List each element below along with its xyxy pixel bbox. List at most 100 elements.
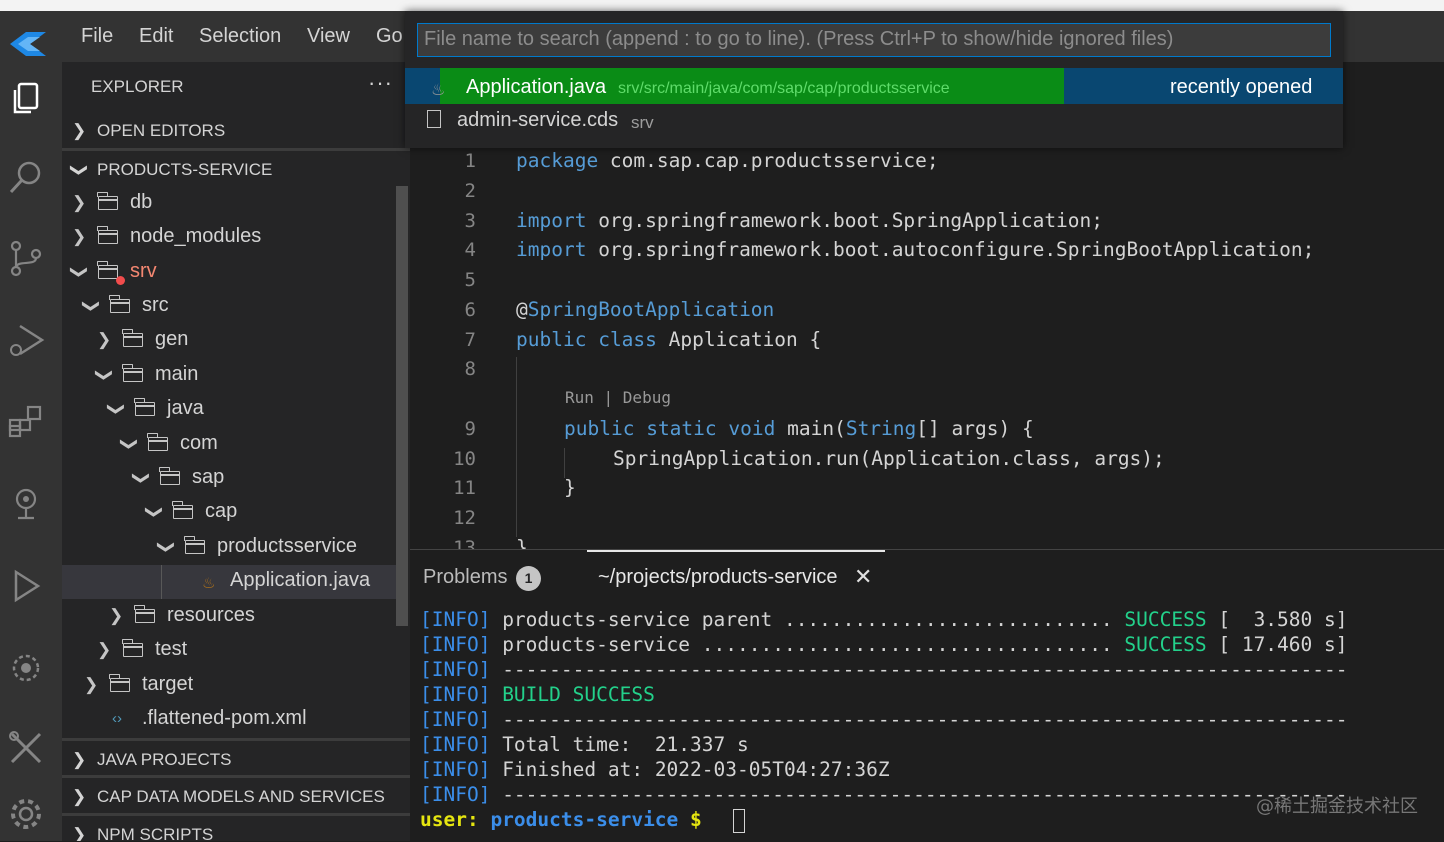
tree-item-sap[interactable]: ❯ sap	[62, 462, 396, 496]
extensions-icon[interactable]	[6, 402, 46, 442]
terminal-line: [INFO] ---------------------------------…	[420, 658, 1348, 681]
quick-open-result[interactable]: ♨ Application.java srv/src/main/java/com…	[405, 68, 1343, 104]
line-number: 3	[464, 210, 476, 232]
quick-open-input[interactable]: File name to search (append : to go to l…	[417, 23, 1331, 57]
folder-icon	[97, 192, 118, 210]
tree-label: srv	[130, 260, 157, 282]
settings-gear-icon[interactable]	[6, 794, 46, 834]
menu-selection[interactable]: Selection	[199, 25, 281, 48]
more-actions-icon[interactable]: ···	[368, 70, 393, 96]
tree-item-test[interactable]: ❯ test	[62, 634, 396, 668]
chevron-right-icon: ❯	[84, 675, 99, 694]
folder-icon	[147, 433, 168, 451]
terminal-cursor	[733, 809, 745, 833]
terminal-prompt[interactable]: user: products-service $	[420, 808, 702, 831]
section-java-projects[interactable]: ❯ JAVA PROJECTS	[62, 738, 410, 777]
chevron-down-icon: ❯	[145, 504, 165, 520]
tools-icon[interactable]	[6, 728, 46, 768]
source-control-icon[interactable]	[6, 238, 46, 278]
menu-edit[interactable]: Edit	[139, 25, 173, 48]
tree-item-srv[interactable]: ❯ srv	[62, 256, 396, 290]
search-icon[interactable]	[6, 158, 46, 198]
activity-bar	[0, 62, 62, 841]
codelens-run-debug[interactable]: Run | Debug	[565, 388, 671, 407]
chevron-right-icon: ❯	[72, 193, 87, 212]
chevron-down-icon: ❯	[82, 298, 102, 314]
explorer-title: EXPLORER	[91, 77, 184, 96]
section-npm-scripts[interactable]: ❯ NPM SCRIPTS	[62, 813, 410, 841]
tree-label: cap	[205, 500, 238, 522]
folder-icon	[97, 226, 118, 244]
app-logo-icon	[10, 32, 46, 56]
menu-file[interactable]: File	[81, 25, 113, 48]
code-line-10: SpringApplication.run(Application.class,…	[613, 447, 1165, 470]
code-line-1: package com.sap.cap.productsservice;	[516, 149, 939, 172]
tree-item-gen[interactable]: ❯ gen	[62, 324, 396, 358]
section-label: OPEN EDITORS	[97, 121, 226, 140]
run-icon[interactable]	[6, 566, 46, 606]
tree-item-cap[interactable]: ❯ cap	[62, 496, 396, 530]
explorer-sidebar: EXPLORER ··· ❯ OPEN EDITORS ❯ PRODUCTS-S…	[62, 62, 410, 841]
folder-icon	[159, 467, 180, 485]
sidebar-scrollbar[interactable]	[396, 186, 408, 626]
chevron-right-icon: ❯	[72, 787, 87, 806]
menu-go[interactable]: Go	[376, 25, 403, 48]
tree-item-java[interactable]: ❯ java	[62, 393, 396, 427]
section-project[interactable]: ❯ PRODUCTS-SERVICE	[62, 148, 410, 187]
tree-label: com	[180, 432, 218, 454]
result-file-name: Application.java	[466, 76, 607, 98]
section-label: JAVA PROJECTS	[97, 750, 232, 769]
tab-terminal[interactable]: ~/projects/products-service	[598, 566, 838, 589]
explorer-icon[interactable]	[6, 78, 46, 118]
folder-icon	[109, 674, 130, 692]
remote-explorer-icon[interactable]	[6, 484, 46, 524]
java-file-icon: ♨	[431, 82, 446, 99]
menu-view[interactable]: View	[307, 25, 350, 48]
tree-label: db	[130, 191, 153, 213]
tree-item-productsservice[interactable]: ❯ productsservice	[62, 531, 396, 565]
tree-label: gen	[155, 328, 189, 350]
run-debug-icon[interactable]	[6, 320, 46, 360]
tree-label: resources	[167, 604, 255, 626]
cloud-foundry-icon[interactable]	[6, 648, 46, 688]
section-open-editors[interactable]: ❯ OPEN EDITORS	[62, 112, 410, 148]
chevron-right-icon: ❯	[72, 227, 87, 246]
line-number: 4	[464, 239, 476, 261]
tree-item-node-modules[interactable]: ❯ node_modules	[62, 221, 396, 255]
code-line-6: @SpringBootApplication	[516, 298, 775, 321]
tree-item-resources[interactable]: ❯ resources	[62, 600, 396, 634]
terminal-line: [INFO] products-service ................…	[420, 633, 1348, 656]
quick-open-result[interactable]: admin-service.cds srv	[405, 104, 1343, 140]
line-number: 2	[464, 180, 476, 202]
tree-item-main[interactable]: ❯ main	[62, 359, 396, 393]
folder-icon	[134, 398, 155, 416]
line-number: 7	[464, 329, 476, 351]
line-number: 9	[464, 418, 476, 440]
tree-item-db[interactable]: ❯ db	[62, 187, 396, 221]
xml-file-icon: ‹›	[112, 710, 122, 727]
section-label: CAP DATA MODELS AND SERVICES	[97, 787, 385, 806]
chevron-right-icon: ❯	[109, 606, 124, 625]
tree-item-com[interactable]: ❯ com	[62, 428, 396, 462]
tree-item-flattened-pom[interactable]: ‹› .flattened-pom.xml	[62, 703, 396, 737]
tree-label: target	[142, 673, 194, 695]
tree-item-application-java[interactable]: ♨ Application.java	[62, 565, 396, 599]
code-line-7: public class Application {	[516, 328, 822, 351]
tree-item-src[interactable]: ❯ src	[62, 290, 396, 324]
chevron-right-icon: ❯	[97, 640, 112, 659]
folder-icon	[97, 261, 118, 279]
folder-icon	[134, 605, 155, 623]
section-cap-models[interactable]: ❯ CAP DATA MODELS AND SERVICES	[62, 775, 410, 814]
tab-problems[interactable]: Problems	[423, 566, 507, 589]
chevron-down-icon: ❯	[120, 436, 140, 452]
folder-icon	[172, 501, 193, 519]
chevron-right-icon: ❯	[72, 750, 87, 769]
terminal-line: [INFO] Finished at: 2022-03-05T04:27:36Z	[420, 758, 890, 781]
tree-item-target[interactable]: ❯ target	[62, 669, 396, 703]
line-number: 8	[464, 358, 476, 380]
terminal-line: [INFO] ---------------------------------…	[420, 783, 1348, 806]
code-line-9: public static void main(String[] args) {	[564, 417, 1034, 440]
folder-icon	[122, 329, 143, 347]
chevron-down-icon: ❯	[107, 401, 127, 417]
close-icon[interactable]: ✕	[854, 564, 872, 590]
